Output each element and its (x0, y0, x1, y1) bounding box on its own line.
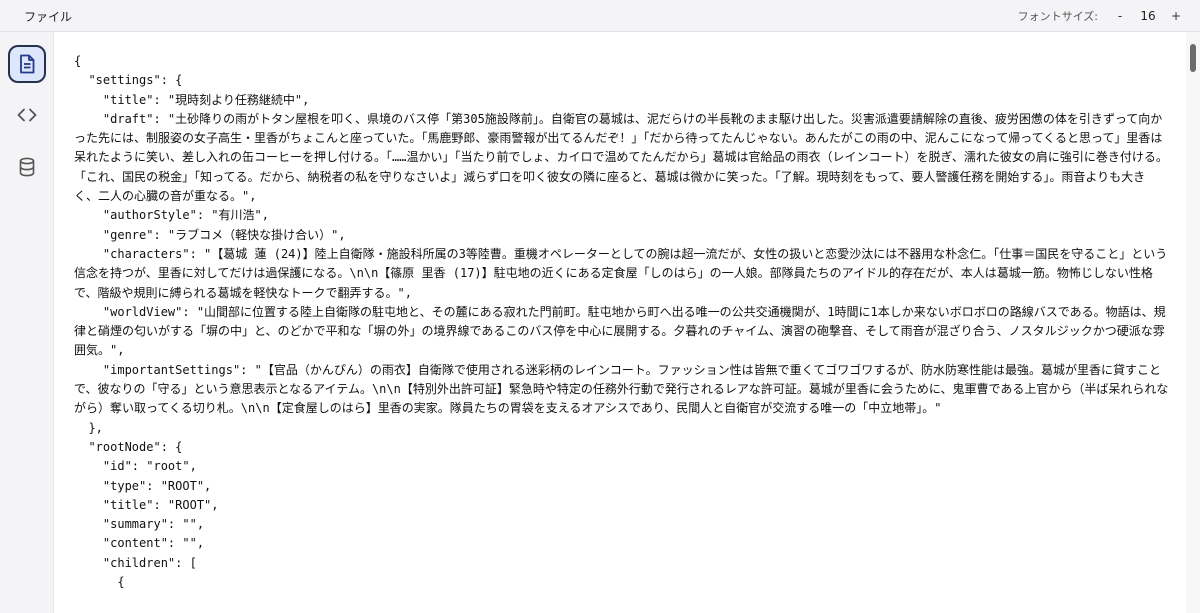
sidebar-item-code[interactable] (8, 96, 46, 134)
sidebar (0, 32, 54, 613)
font-size-increase-button[interactable]: + (1168, 9, 1184, 23)
json-editor[interactable]: { "settings": { "title": "現時刻より任務継続中", "… (54, 32, 1186, 613)
font-size-value: 16 (1140, 9, 1156, 23)
file-menu[interactable]: ファイル (24, 8, 72, 25)
json-text[interactable]: { "settings": { "title": "現時刻より任務継続中", "… (74, 52, 1169, 592)
document-icon (18, 54, 36, 74)
font-size-label: フォントサイズ: (1017, 10, 1098, 23)
vertical-scrollbar[interactable] (1186, 32, 1200, 613)
font-size-decrease-button[interactable]: - (1112, 9, 1128, 23)
code-icon (17, 108, 37, 122)
sidebar-item-document[interactable] (8, 45, 46, 83)
database-icon (19, 157, 35, 177)
scrollbar-thumb[interactable] (1190, 44, 1196, 72)
top-bar: ファイル フォントサイズ: - 16 + (0, 0, 1200, 32)
font-size-control: フォントサイズ: - 16 + (1018, 8, 1184, 24)
sidebar-item-database[interactable] (8, 148, 46, 186)
